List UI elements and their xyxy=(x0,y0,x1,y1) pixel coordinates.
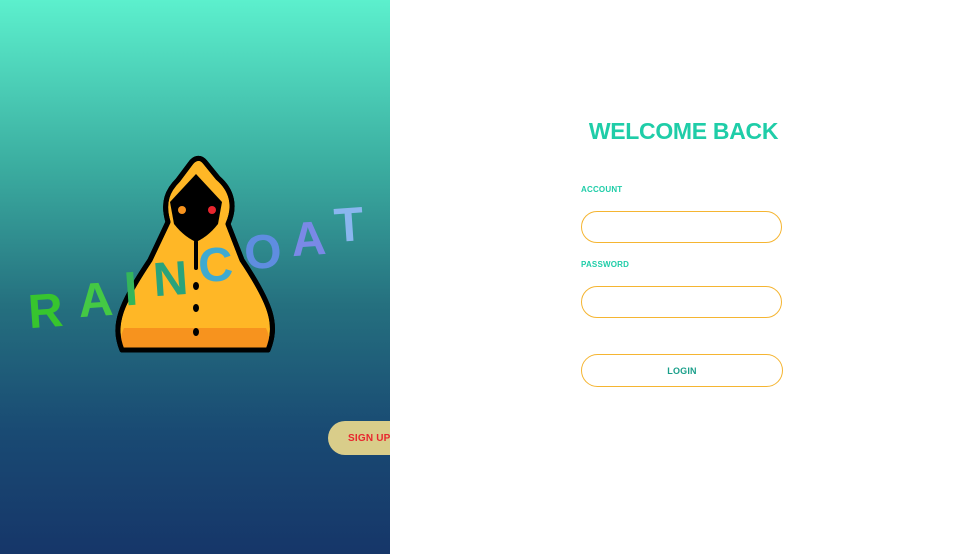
brand-letter-c: C xyxy=(196,237,235,294)
login-button[interactable]: LOGIN xyxy=(581,354,783,387)
login-form-panel: WELCOME BACK ACCOUNT PASSWORD LOGIN xyxy=(390,0,977,554)
password-input[interactable] xyxy=(581,286,782,318)
brand-letter-o: O xyxy=(242,224,284,281)
account-input[interactable] xyxy=(581,211,782,243)
brand-letter-a2: A xyxy=(289,211,328,268)
brand-panel: R A I N C O A T SIGN UP xyxy=(0,0,390,554)
login-page: R A I N C O A T SIGN UP WELCOME BACK ACC… xyxy=(0,0,977,554)
sign-up-button[interactable]: SIGN UP xyxy=(328,421,390,455)
brand-letter-r: R xyxy=(26,283,65,340)
page-title: WELCOME BACK xyxy=(588,118,779,144)
brand-letter-t: T xyxy=(332,198,366,254)
password-label: PASSWORD xyxy=(581,260,630,269)
brand-letter-a: A xyxy=(76,272,115,329)
brand-letter-n: N xyxy=(151,251,190,308)
account-label: ACCOUNT xyxy=(581,185,623,194)
